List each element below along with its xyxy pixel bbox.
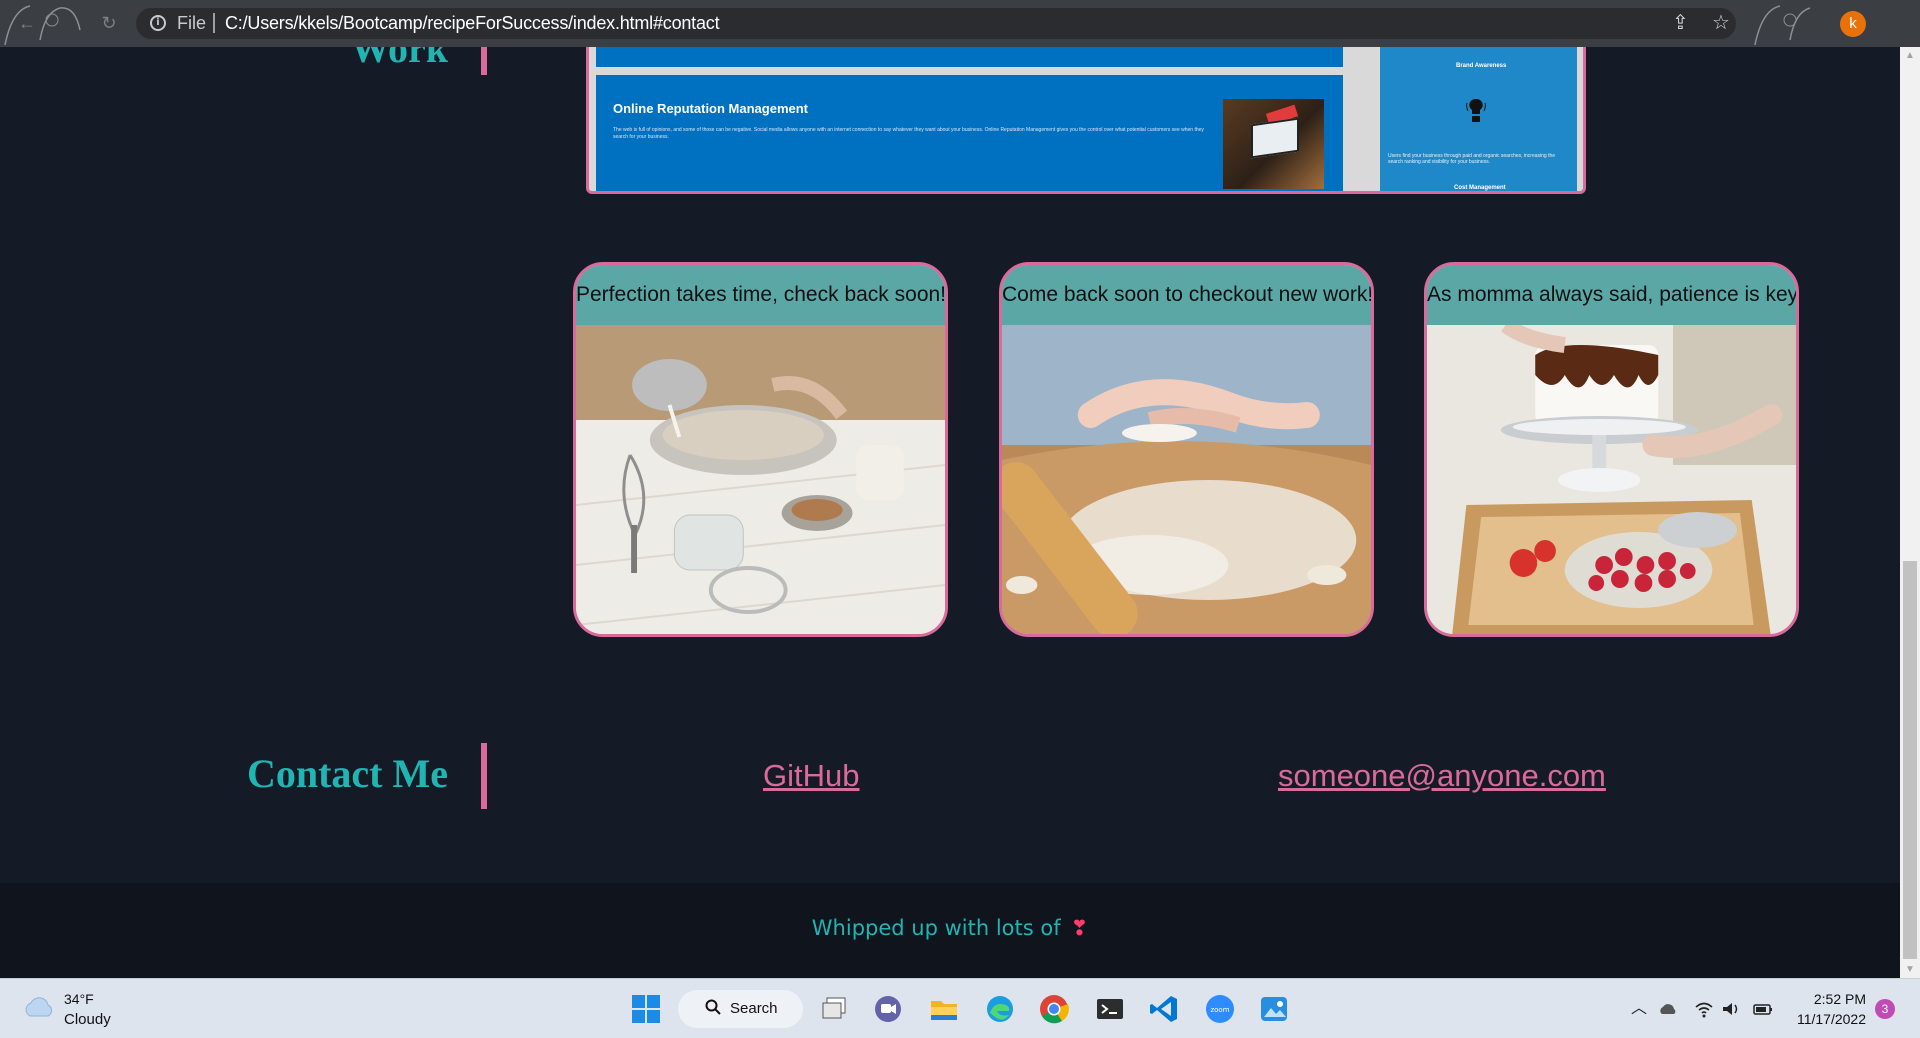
terminal-icon[interactable]: [1094, 993, 1126, 1025]
site-info-icon[interactable]: i: [150, 15, 166, 31]
preview-banner: [596, 47, 1343, 67]
contact-heading-bar: [481, 743, 487, 809]
theme-decoration-left: [4, 5, 81, 46]
project-preview[interactable]: Online Reputation Management The web is …: [586, 47, 1586, 194]
file-scheme-label: File: [177, 13, 207, 33]
work-heading-bar: [481, 47, 487, 75]
work-card[interactable]: Come back soon to checkout new work!: [999, 262, 1374, 637]
chevron-up-icon[interactable]: ︿: [1629, 999, 1649, 1019]
preview-side-body: Users find your business through paid an…: [1388, 153, 1556, 165]
profile-avatar[interactable]: k: [1840, 11, 1866, 37]
laptop-screen: [1251, 117, 1299, 159]
share-icon[interactable]: ⇪: [1672, 12, 1689, 34]
file-explorer-icon[interactable]: [928, 993, 960, 1025]
notification-badge[interactable]: 3: [1875, 999, 1895, 1019]
github-link[interactable]: GitHub: [763, 758, 859, 794]
laptop-photo: [1223, 99, 1324, 189]
onedrive-icon[interactable]: [1658, 999, 1678, 1019]
search-label[interactable]: Search: [730, 1000, 778, 1017]
zoom-icon[interactable]: zoom: [1204, 993, 1236, 1025]
bookmark-star-icon[interactable]: ☆: [1712, 12, 1730, 34]
back-button[interactable]: ←: [16, 12, 38, 34]
wifi-icon[interactable]: [1694, 999, 1714, 1019]
preview-body: The web is full of opinions, and some of…: [613, 127, 1204, 140]
card-caption: Come back soon to checkout new work!: [1002, 265, 1371, 325]
page-scrollbar[interactable]: ▲ ▼: [1900, 47, 1920, 978]
preview-side-title: Brand Awareness: [1456, 63, 1507, 69]
windows-taskbar: 34°F Cloudy Search zoom ︿ 2:52 PM 11/17/…: [0, 978, 1920, 1038]
weather-temperature[interactable]: 34°F: [64, 991, 94, 1007]
footer-text: Whipped up with lots of ❣: [0, 916, 1900, 940]
preview-main-panel: Online Reputation Management The web is …: [596, 75, 1343, 191]
email-link[interactable]: someone@anyone.com: [1278, 758, 1606, 794]
work-heading: Work: [350, 47, 448, 71]
clock-time[interactable]: 2:52 PM: [1814, 991, 1866, 1007]
work-card[interactable]: As momma always said, patience is key!: [1424, 262, 1799, 637]
edge-icon[interactable]: [984, 993, 1016, 1025]
lightbulb-icon: [1466, 98, 1486, 122]
preview-side-footer: Cost Management: [1454, 185, 1506, 191]
web-page: Work Online Reputation Management The we…: [0, 47, 1900, 978]
preview-title: Online Reputation Management: [613, 101, 809, 116]
reload-icon[interactable]: ↻: [98, 12, 120, 34]
cloud-icon[interactable]: [22, 995, 56, 1017]
mixing-bowl-photo: [576, 325, 945, 634]
theme-decoration-right: [1754, 5, 1811, 46]
cake-decorating-photo: [1427, 325, 1796, 634]
scroll-down-icon[interactable]: ▼: [1900, 961, 1920, 978]
weather-description[interactable]: Cloudy: [64, 1011, 111, 1028]
scroll-thumb[interactable]: [1903, 561, 1917, 959]
address-separator: [213, 13, 215, 33]
browser-toolbar: ← ↻ i File C:/Users/kkels/Bootcamp/recip…: [0, 0, 1920, 47]
search-icon: [705, 999, 721, 1015]
heart-icon: ❣: [1070, 916, 1089, 940]
start-icon[interactable]: [630, 993, 662, 1025]
battery-icon[interactable]: [1753, 999, 1773, 1019]
card-caption: As momma always said, patience is key!: [1427, 265, 1796, 325]
chrome-icon[interactable]: [1038, 993, 1070, 1025]
card-caption: Perfection takes time, check back soon!: [576, 265, 945, 325]
url-text[interactable]: C:/Users/kkels/Bootcamp/recipeForSuccess…: [225, 13, 720, 34]
volume-icon[interactable]: [1721, 999, 1741, 1019]
task-view-icon[interactable]: [818, 993, 850, 1025]
work-card[interactable]: Perfection takes time, check back soon!: [573, 262, 948, 637]
svg-text:zoom: zoom: [1210, 1006, 1229, 1014]
teams-chat-icon[interactable]: [872, 993, 904, 1025]
footer-message: Whipped up with lots of: [811, 916, 1061, 940]
clock-date[interactable]: 11/17/2022: [1797, 1011, 1866, 1027]
contact-heading: Contact Me: [246, 751, 448, 796]
rolling-dough-photo: [1002, 325, 1371, 634]
photos-icon[interactable]: [1258, 993, 1290, 1025]
vscode-icon[interactable]: [1148, 993, 1180, 1025]
page-footer: Whipped up with lots of ❣: [0, 883, 1900, 978]
preview-sidebar: Brand Awareness Users find your business…: [1380, 47, 1577, 191]
scroll-up-icon[interactable]: ▲: [1900, 47, 1920, 64]
